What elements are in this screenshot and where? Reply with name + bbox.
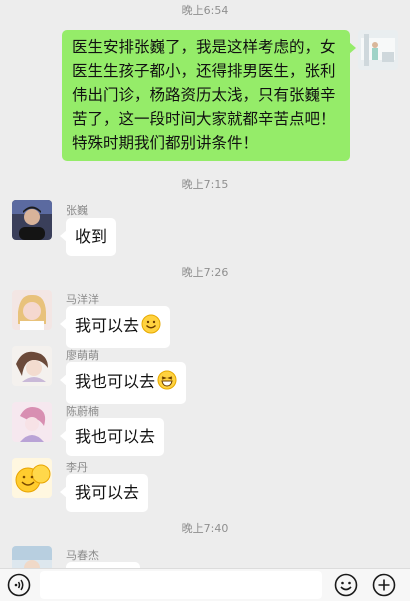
sender-avatar[interactable]	[12, 546, 52, 568]
self-message-bubble[interactable]: 医生安排张巍了，我是这样考虑的，女医生生孩子都小，还得排男医生，张利伟出门诊，杨…	[62, 30, 356, 161]
sender-name: 廖萌萌	[66, 349, 99, 362]
emoji-icon[interactable]	[334, 573, 358, 597]
sender-name: 陈蔚楠	[66, 405, 99, 418]
message-text: 我可以去	[75, 316, 140, 335]
smile-emoji-icon	[141, 314, 161, 340]
timestamp: 晚上6:54	[181, 4, 229, 17]
message-bubble[interactable]: 我也可以去	[59, 362, 187, 404]
message-bubble[interactable]: 我也可以去	[59, 418, 165, 456]
sender-name: 张巍	[66, 204, 88, 217]
message-input[interactable]	[40, 571, 322, 599]
message-text: 我也可以去	[75, 372, 156, 391]
sender-avatar[interactable]	[12, 290, 52, 330]
sender-name: 马洋洋	[66, 293, 99, 306]
self-message-text: 医生安排张巍了，我是这样考虑的，女医生生孩子都小，还得排男医生，张利伟出门诊，杨…	[72, 38, 336, 152]
sender-avatar[interactable]	[12, 458, 52, 498]
plus-icon[interactable]	[372, 573, 396, 597]
sender-name: 李丹	[66, 461, 88, 474]
chat-area[interactable]: 晚上6:54 医生安排张巍了，我是这样考虑的，女医生生孩子都小，还得排男医生，张…	[0, 0, 410, 568]
message-text: 收到	[75, 227, 108, 246]
message-bubble[interactable]: 我可以去	[59, 474, 149, 512]
grin-emoji-icon	[157, 370, 177, 396]
message-text: 我可以去	[75, 483, 140, 502]
timestamp: 晚上7:26	[181, 266, 229, 279]
self-avatar[interactable]	[358, 30, 398, 70]
sender-avatar[interactable]	[12, 200, 52, 240]
message-bubble[interactable]: 收到	[59, 218, 117, 256]
timestamp: 晚上7:15	[181, 178, 229, 191]
voice-icon[interactable]	[7, 573, 31, 597]
sender-avatar[interactable]	[12, 346, 52, 386]
message-bubble[interactable]: 我可以去	[59, 306, 171, 348]
sender-name: 马春杰	[66, 549, 99, 562]
sender-avatar[interactable]	[12, 402, 52, 442]
message-text: 我也可以去	[75, 427, 156, 446]
timestamp: 晚上7:40	[181, 522, 229, 535]
input-bar	[0, 568, 410, 601]
